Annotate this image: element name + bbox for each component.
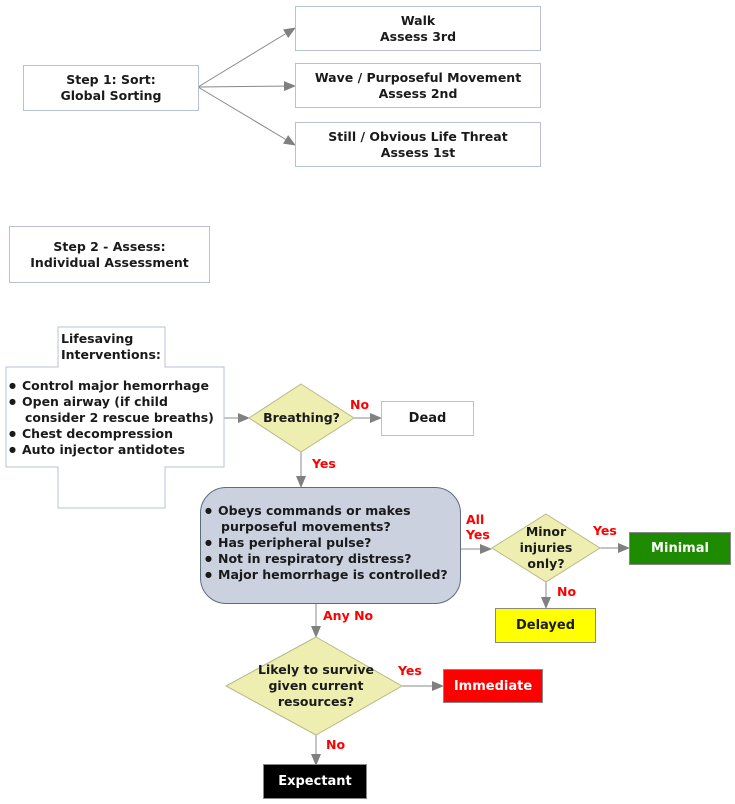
assessment-list: Obeys commands or makes purposeful movem… xyxy=(203,503,448,583)
arrow-to-wave xyxy=(197,81,296,92)
wave-box: Wave / Purposeful Movement Assess 2nd xyxy=(295,63,541,108)
expectant-box: Expectant xyxy=(263,764,367,799)
minor-q-line1: Minor xyxy=(525,524,567,539)
survive-q-line3: resources? xyxy=(277,694,355,709)
all-yes-line1: All xyxy=(466,512,485,527)
arrow-to-still xyxy=(197,86,296,146)
open-airway-line2: consider 2 rescue breaths) xyxy=(25,410,214,425)
dead-label: Dead xyxy=(408,410,447,426)
lifesaving-item: Auto injector antidotes xyxy=(7,442,214,458)
expectant-label: Expectant xyxy=(278,774,352,789)
delayed-box: Delayed xyxy=(495,608,596,643)
wave-line1: Wave / Purposeful Movement xyxy=(314,69,522,85)
assessment-item: Obeys commands or makes purposeful movem… xyxy=(203,503,448,535)
lifesaving-title-line2: Interventions: xyxy=(61,347,161,362)
minor-question: Minor injuries only? xyxy=(500,524,592,572)
step2-line2: Individual Assessment xyxy=(30,254,189,270)
minor-no-label: No xyxy=(557,584,577,599)
walk-box: Walk Assess 3rd xyxy=(295,6,541,51)
still-line2: Assess 1st xyxy=(380,144,456,160)
lifesaving-title: Lifesaving Interventions: xyxy=(61,331,161,363)
immediate-box: Immediate xyxy=(443,669,543,703)
all-yes-label: All Yes xyxy=(466,512,490,542)
still-line1: Still / Obvious Life Threat xyxy=(328,128,508,144)
lifesaving-title-line1: Lifesaving xyxy=(61,331,134,346)
step2-line1: Step 2 - Assess: xyxy=(53,238,166,254)
minor-q-line3: only? xyxy=(527,556,565,571)
wave-line2: Assess 2nd xyxy=(378,85,458,101)
all-yes-line2: Yes xyxy=(466,527,490,542)
minor-yes-label: Yes xyxy=(593,523,617,538)
lifesaving-item: Chest decompression xyxy=(7,426,214,442)
dead-box: Dead xyxy=(381,401,474,436)
walk-line2: Assess 3rd xyxy=(379,28,457,44)
assessment-item: Has peripheral pulse? xyxy=(203,535,448,551)
step1-line2: Global Sorting xyxy=(60,88,162,103)
survive-q-line2: given current xyxy=(268,678,364,693)
step1-box: Step 1: Sort: Global Sorting xyxy=(23,65,199,111)
any-no-label: Any No xyxy=(323,608,374,623)
survive-question: Likely to survive given current resource… xyxy=(236,662,396,710)
assessment-item: Major hemorrhage is controlled? xyxy=(203,567,448,583)
breathing-question: Breathing? xyxy=(263,410,340,425)
walk-line1: Walk xyxy=(400,12,436,28)
step2-box: Step 2 - Assess: Individual Assessment xyxy=(9,226,210,283)
still-box: Still / Obvious Life Threat Assess 1st xyxy=(295,122,541,167)
immediate-label: Immediate xyxy=(453,678,533,694)
lifesaving-item: Control major hemorrhage xyxy=(7,378,214,394)
lifesaving-list: Control major hemorrhage Open airway (if… xyxy=(7,378,214,458)
arrow-to-walk xyxy=(197,27,296,88)
breathing-no-label: No xyxy=(350,397,370,412)
lifesaving-item: Open airway (if child consider 2 rescue … xyxy=(7,394,214,426)
breathing-yes-label: Yes xyxy=(312,456,336,471)
assessment-item-line2: purposeful movements? xyxy=(221,519,391,534)
minimal-label: Minimal xyxy=(651,541,709,556)
survive-no-label: No xyxy=(326,737,346,752)
minimal-box: Minimal xyxy=(629,532,731,565)
survive-q-line1: Likely to survive xyxy=(258,662,374,677)
minor-q-line2: injuries xyxy=(519,540,573,555)
delayed-label: Delayed xyxy=(515,618,576,633)
assessment-item-line1: Obeys commands or makes xyxy=(218,503,411,518)
survive-yes-label: Yes xyxy=(398,663,422,678)
step1-line1: Step 1: Sort: xyxy=(66,72,156,87)
open-airway-line1: Open airway (if child xyxy=(22,394,168,409)
assessment-item: Not in respiratory distress? xyxy=(203,551,448,567)
